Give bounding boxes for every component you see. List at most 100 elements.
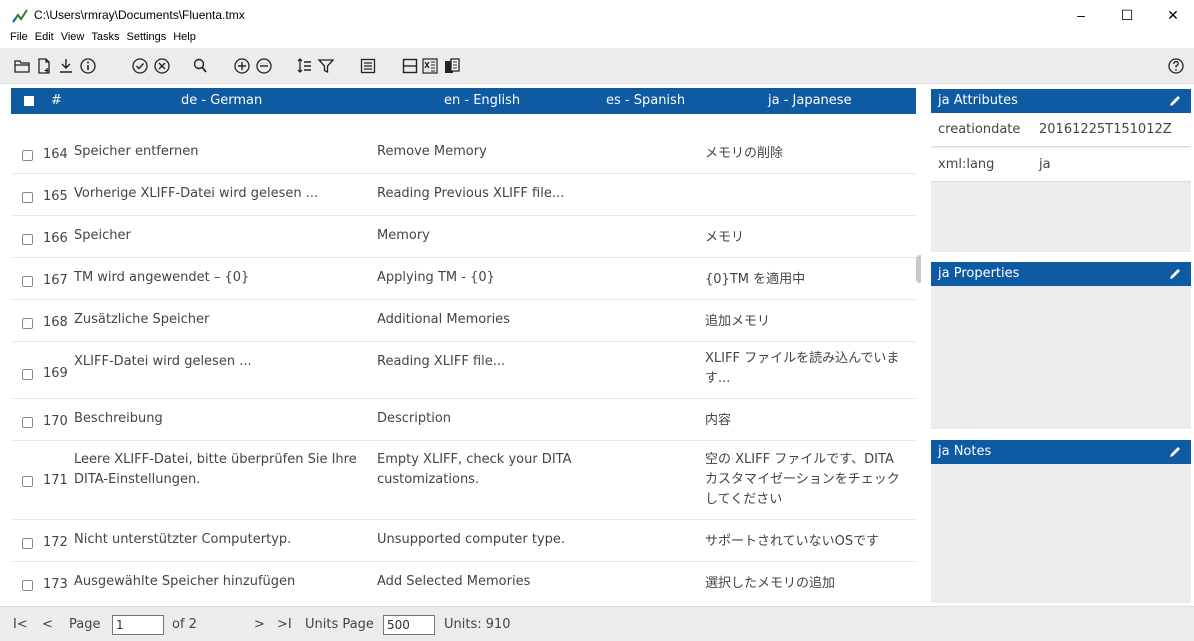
table-row[interactable]: 170 Beschreibung Description 内容 [11, 399, 916, 441]
cell-japanese[interactable]: メモリ [705, 228, 910, 248]
maximize-button[interactable]: ☐ [1104, 0, 1150, 30]
cell-japanese[interactable]: サポートされていないOSです [705, 532, 910, 552]
row-checkbox[interactable] [22, 476, 33, 487]
cell-english[interactable]: Reading Previous XLIFF file... [377, 184, 647, 204]
window-title: C:\Users\rmray\Documents\Fluenta.tmx [34, 8, 245, 22]
menu-file[interactable]: File [10, 31, 28, 47]
cell-german[interactable]: Ausgewählte Speicher hinzufügen [74, 572, 364, 592]
add-circle-icon[interactable] [232, 56, 252, 76]
row-checkbox[interactable] [22, 150, 33, 161]
close-button[interactable]: ✕ [1150, 0, 1194, 30]
cell-japanese[interactable]: 選択したメモリの追加 [705, 574, 910, 594]
table-row[interactable]: 164 Speicher entfernen Remove Memory メモリ… [11, 132, 916, 174]
menu-help[interactable]: Help [173, 31, 196, 47]
new-file-icon[interactable] [34, 56, 54, 76]
translation-table: # de - German en - English es - Spanish … [11, 88, 921, 603]
header-number[interactable]: # [51, 93, 62, 108]
cell-german[interactable]: TM wird angewendet – {0} [74, 268, 364, 288]
table-row[interactable]: 168 Zusätzliche Speicher Additional Memo… [11, 300, 916, 342]
help-icon[interactable] [1166, 56, 1186, 76]
header-english[interactable]: en - English [444, 93, 520, 108]
split-icon[interactable] [400, 56, 420, 76]
cell-english[interactable]: Remove Memory [377, 142, 647, 162]
cell-german[interactable]: Zusätzliche Speicher [74, 310, 364, 330]
cell-english[interactable]: Add Selected Memories [377, 572, 647, 592]
table-row[interactable]: 166 Speicher Memory メモリ [11, 216, 916, 258]
toolbar [0, 48, 1194, 84]
next-page-button[interactable]: > [254, 617, 265, 632]
cancel-circle-icon[interactable] [152, 56, 172, 76]
cell-german[interactable]: Beschreibung [74, 409, 364, 429]
previous-page-button[interactable]: < [42, 617, 53, 632]
menu-settings[interactable]: Settings [126, 31, 166, 47]
menu-edit[interactable]: Edit [35, 31, 54, 47]
units-per-page-input[interactable]: 500 [383, 615, 435, 635]
excel-icon[interactable] [420, 56, 440, 76]
units-total-label: Units: 910 [444, 617, 511, 632]
menu-tasks[interactable]: Tasks [91, 31, 119, 47]
cell-german[interactable]: Speicher [74, 226, 364, 246]
cell-german[interactable]: Speicher entfernen [74, 142, 364, 162]
table-row[interactable]: 171 Leere XLIFF-Datei, bitte überprüfen … [11, 441, 916, 520]
info-icon[interactable] [78, 56, 98, 76]
cell-english[interactable]: Memory [377, 226, 647, 246]
cell-english[interactable]: Empty XLIFF, check your DITA customizati… [377, 450, 647, 490]
edit-properties-icon[interactable] [1168, 267, 1182, 281]
row-checkbox[interactable] [22, 580, 33, 591]
attribute-row[interactable]: creationdate 20161225T151012Z [931, 113, 1191, 147]
edit-attributes-icon[interactable] [1168, 94, 1182, 108]
search-replace-icon[interactable] [190, 56, 210, 76]
table-row[interactable]: 172 Nicht unterstützter Computertyp. Uns… [11, 520, 916, 562]
filter-icon[interactable] [316, 56, 336, 76]
row-checkbox[interactable] [22, 234, 33, 245]
row-checkbox[interactable] [22, 369, 33, 380]
cell-german[interactable]: Leere XLIFF-Datei, bitte überprüfen Sie … [74, 450, 364, 490]
cell-english[interactable]: Reading XLIFF file... [377, 352, 647, 372]
list-icon[interactable] [358, 56, 378, 76]
cell-japanese[interactable]: 空の XLIFF ファイルです、DITA カスタマイゼーションをチェックしてくだ… [705, 450, 910, 510]
table-scrollbar-thumb[interactable] [916, 255, 921, 283]
table-row[interactable]: 167 TM wird angewendet – {0} Applying TM… [11, 258, 916, 300]
menu-view[interactable]: View [61, 31, 85, 47]
attribute-row[interactable]: xml:lang ja [931, 148, 1191, 182]
page-number-input[interactable]: 1 [112, 615, 164, 635]
row-checkbox[interactable] [22, 417, 33, 428]
sort-icon[interactable] [294, 56, 314, 76]
cell-japanese[interactable]: メモリの削除 [705, 144, 910, 164]
header-german[interactable]: de - German [181, 93, 262, 108]
select-all-checkbox[interactable] [24, 96, 34, 106]
row-checkbox[interactable] [22, 192, 33, 203]
row-checkbox[interactable] [22, 318, 33, 329]
minimize-button[interactable]: – [1058, 0, 1104, 30]
cell-german[interactable]: XLIFF-Datei wird gelesen ... [74, 352, 364, 372]
merge-icon[interactable] [442, 56, 462, 76]
download-icon[interactable] [56, 56, 76, 76]
last-page-button[interactable]: >I [277, 617, 292, 632]
first-page-button[interactable]: I< [13, 617, 28, 632]
header-spanish[interactable]: es - Spanish [606, 93, 685, 108]
remove-circle-icon[interactable] [254, 56, 274, 76]
header-japanese[interactable]: ja - Japanese [768, 93, 852, 108]
check-circle-icon[interactable] [130, 56, 150, 76]
cell-german[interactable]: Nicht unterstützter Computertyp. [74, 530, 364, 550]
row-checkbox[interactable] [22, 538, 33, 549]
table-row[interactable]: 169 XLIFF-Datei wird gelesen ... Reading… [11, 342, 916, 399]
edit-notes-icon[interactable] [1168, 445, 1182, 459]
open-folder-icon[interactable] [12, 56, 32, 76]
cell-japanese[interactable]: 内容 [705, 411, 910, 431]
cell-japanese[interactable]: 追加メモリ [705, 312, 910, 332]
cell-english[interactable]: Additional Memories [377, 310, 647, 330]
row-checkbox[interactable] [22, 276, 33, 287]
cell-japanese[interactable]: {0}TM を適用中 [705, 270, 910, 290]
cell-english[interactable]: Applying TM - {0} [377, 268, 647, 288]
cell-english[interactable]: Description [377, 409, 647, 429]
cell-english[interactable]: Unsupported computer type. [377, 530, 647, 550]
properties-panel: ja Properties [931, 262, 1191, 429]
table-row[interactable]: 165 Vorherige XLIFF-Datei wird gelesen .… [11, 174, 916, 216]
pager-bar: I< < Page 1 of 2 > >I Units Page 500 Uni… [0, 606, 1194, 641]
table-row[interactable]: 173 Ausgewählte Speicher hinzufügen Add … [11, 562, 916, 603]
cell-german[interactable]: Vorherige XLIFF-Datei wird gelesen ... [74, 184, 364, 204]
cell-japanese[interactable]: XLIFF ファイルを読み込んでいます... [705, 349, 910, 389]
table-header: # de - German en - English es - Spanish … [11, 88, 916, 114]
attribute-key: creationdate [938, 122, 1021, 137]
